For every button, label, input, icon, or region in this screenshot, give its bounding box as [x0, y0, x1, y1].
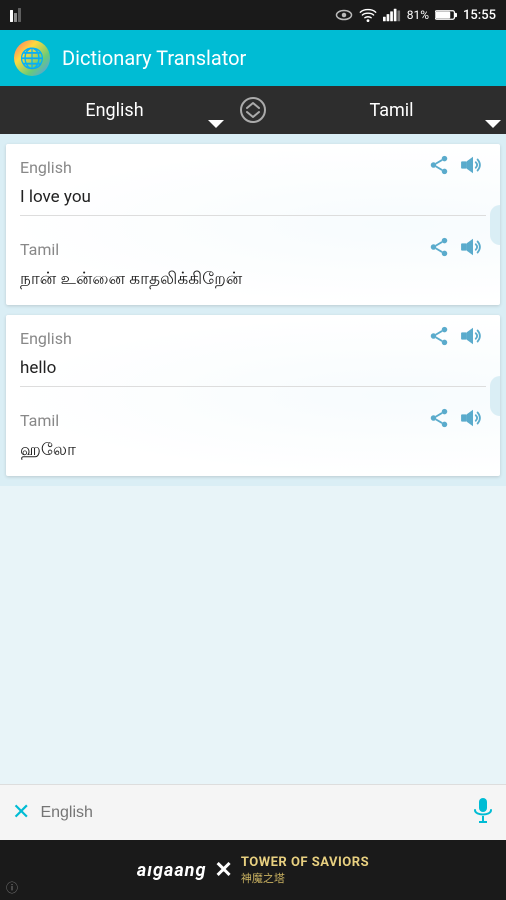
card2-target-actions	[428, 407, 486, 434]
bottom-input-bar: ✕	[0, 784, 506, 840]
card1-source-speaker-button[interactable]	[460, 154, 486, 181]
card1-target-speaker-button[interactable]	[460, 236, 486, 263]
card1-source-share-button[interactable]	[428, 154, 450, 181]
card1-source-actions	[428, 154, 486, 181]
target-language-label: Tamil	[369, 100, 413, 121]
card2-source-section: English	[6, 315, 500, 397]
app-header: 🌐 Dictionary Translator	[0, 30, 506, 86]
card2-source-text: hello	[20, 358, 486, 387]
main-content: English	[0, 134, 506, 486]
ad-info-icon: ⓘ	[6, 879, 18, 896]
status-left	[10, 8, 28, 22]
ad-logo-tower: TOWER OF SAVIORS	[241, 855, 369, 870]
app-logo: 🌐	[14, 40, 50, 76]
card1-target-section: Tamil	[6, 226, 500, 305]
wifi-icon	[359, 8, 377, 22]
card1-target-actions	[428, 236, 486, 263]
card2-target-share-button[interactable]	[428, 407, 450, 434]
card2-target-section: Tamil	[6, 397, 500, 476]
source-language-label: English	[85, 100, 143, 121]
search-input[interactable]	[40, 804, 462, 822]
ad-banner[interactable]: aıgaang ✕ TOWER OF SAVIORS 神魔之塔 ⓘ	[0, 840, 506, 900]
card1-notch	[490, 205, 500, 245]
translation-card-1: English	[6, 144, 500, 305]
card1-target-share-button[interactable]	[428, 236, 450, 263]
signal-icon	[383, 8, 401, 22]
language-bar: English Tamil	[0, 86, 506, 134]
card1-target-lang: Tamil	[20, 240, 59, 259]
card2-target-speaker-button[interactable]	[460, 407, 486, 434]
swap-languages-button[interactable]	[229, 86, 277, 134]
card2-source-lang: English	[20, 329, 72, 348]
card1-source-text: I love you	[20, 187, 486, 216]
card2-source-actions	[428, 325, 486, 352]
status-bar: 81% 15:55	[0, 0, 506, 30]
target-language-button[interactable]: Tamil	[277, 86, 506, 134]
battery-icon	[435, 9, 457, 21]
card2-source-share-button[interactable]	[428, 325, 450, 352]
clear-input-button[interactable]: ✕	[12, 800, 30, 825]
card1-source-lang: English	[20, 158, 72, 177]
card2-target-lang: Tamil	[20, 411, 59, 430]
swap-icon	[239, 96, 267, 124]
translation-card-2: English	[6, 315, 500, 476]
app-title: Dictionary Translator	[62, 46, 246, 70]
ad-content: aıgaang ✕ TOWER OF SAVIORS 神魔之塔	[137, 855, 369, 886]
card2-source-speaker-button[interactable]	[460, 325, 486, 352]
source-language-button[interactable]: English	[0, 86, 229, 134]
eye-icon	[335, 8, 353, 22]
battery-text: 81%	[407, 8, 429, 22]
card1-target-text: நான் உன்னை காதலிக்கிறேன்	[20, 269, 486, 295]
ad-logo-bigbang: aıgaang	[137, 860, 207, 881]
card1-source-section: English	[6, 144, 500, 226]
ad-subtitle: 神魔之塔	[241, 870, 285, 886]
ad-separator: ✕	[214, 858, 232, 883]
card2-target-text: ஹலோ	[20, 440, 486, 466]
card2-notch	[490, 376, 500, 416]
microphone-button[interactable]	[472, 797, 494, 829]
time-display: 15:55	[463, 8, 496, 23]
